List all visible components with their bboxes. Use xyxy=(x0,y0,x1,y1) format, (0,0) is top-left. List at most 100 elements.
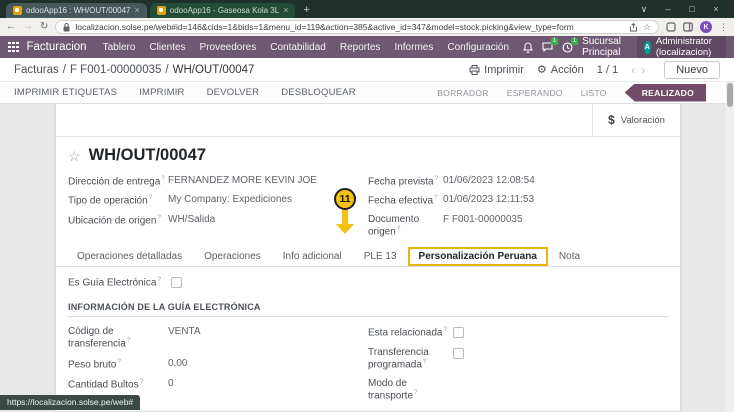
pager-counter: 1 / 1 xyxy=(597,64,618,76)
extensions-icon[interactable] xyxy=(666,22,676,32)
breadcrumb-facturas[interactable]: Facturas xyxy=(14,64,59,76)
browser-tab-2[interactable]: odooApp16 - Gaseosa Kola 3L × xyxy=(150,3,296,18)
menu-tablero[interactable]: Tablero xyxy=(103,42,136,53)
bookmark-star-icon[interactable]: ☆ xyxy=(643,23,651,32)
user-menu[interactable]: A Administrator (localizacion) xyxy=(637,36,726,58)
form-sheet: $ Valoración ☆ WH/OUT/00047 Dirección de… xyxy=(55,104,681,412)
print-button[interactable]: Imprimir xyxy=(469,64,524,76)
status-realizado-active[interactable]: REALIZADO xyxy=(625,84,706,102)
browser-tab-title: odooApp16 : WH/OUT/00047 xyxy=(26,6,131,15)
field-esta-relacionada: Esta relacionada xyxy=(368,326,668,338)
breadcrumb-separator: / xyxy=(165,64,168,76)
field-label: Es Guía Electrónica xyxy=(68,276,161,288)
activities-clock-icon[interactable]: 1 xyxy=(562,42,573,53)
valuation-button[interactable]: $ Valoración xyxy=(592,104,680,136)
menu-reportes[interactable]: Reportes xyxy=(340,42,381,53)
menu-configuracion[interactable]: Configuración xyxy=(447,42,509,53)
vertical-scrollbar[interactable] xyxy=(726,82,734,412)
side-panel-icon[interactable] xyxy=(683,22,693,32)
field-value: 01/06/2023 12:08:54 xyxy=(443,175,535,187)
transferencia-programada-checkbox[interactable] xyxy=(453,348,464,359)
field-label: Documento origen xyxy=(368,214,443,237)
record-title: WH/OUT/00047 xyxy=(89,146,206,165)
share-icon[interactable] xyxy=(629,23,638,32)
field-value: FERNANDEZ MORE KEVIN JOE xyxy=(168,175,317,187)
button-box: $ Valoración xyxy=(56,104,680,137)
field-label: Esta relacionada xyxy=(368,326,453,338)
window-maximize-button[interactable]: □ xyxy=(680,0,704,18)
notifications-bell-icon[interactable] xyxy=(523,42,533,53)
address-bar[interactable]: localizacion.solse.pe/web#id=146&cids=1&… xyxy=(55,20,659,34)
odoo-favicon-icon xyxy=(157,6,166,15)
print-button-2[interactable]: IMPRIMIR xyxy=(139,87,184,98)
company-switcher[interactable]: Sucursal Principal xyxy=(582,36,628,58)
action-menu-button[interactable]: ⚙ Acción xyxy=(537,63,584,76)
status-borrador[interactable]: BORRADOR xyxy=(437,88,489,98)
unlock-button[interactable]: DESBLOQUEAR xyxy=(281,87,356,98)
tab-search-icon[interactable]: ∨ xyxy=(632,0,656,18)
tab-info-adicional[interactable]: Info adicional xyxy=(272,247,353,266)
pager-next-icon[interactable]: › xyxy=(641,63,651,77)
tab-content-personalizacion: Es Guía Electrónica INFORMACIÓN DE LA GU… xyxy=(56,267,680,412)
new-record-button[interactable]: Nuevo xyxy=(664,61,720,79)
field-peso-bruto: Peso bruto 0.00 xyxy=(68,358,368,370)
action-bar: IMPRIMIR ETIQUETAS IMPRIMIR DEVOLVER DES… xyxy=(0,82,734,104)
browser-tab-active[interactable]: odooApp16 : WH/OUT/00047 × xyxy=(6,3,147,18)
tab-close-icon[interactable]: × xyxy=(283,6,288,15)
return-button[interactable]: DEVOLVER xyxy=(207,87,260,98)
status-listo[interactable]: LISTO xyxy=(581,88,607,98)
notebook-tabs: Operaciones detalladas Operaciones Info … xyxy=(56,246,680,267)
user-avatar: A xyxy=(644,41,651,54)
field-value: 0 xyxy=(168,378,174,389)
field-es-guia-electronica: Es Guía Electrónica xyxy=(68,276,668,288)
tab-operaciones[interactable]: Operaciones xyxy=(193,247,272,266)
odoo-favicon-icon xyxy=(13,6,22,15)
browser-menu-icon[interactable]: ⋮ xyxy=(719,23,728,32)
es-guia-electronica-checkbox[interactable] xyxy=(171,277,182,288)
reload-button[interactable]: ↻ xyxy=(40,22,48,32)
breadcrumb-invoice[interactable]: F F001-00000035 xyxy=(70,64,161,76)
tab-close-icon[interactable]: × xyxy=(135,6,140,15)
esta-relacionada-checkbox[interactable] xyxy=(453,327,464,338)
field-tipo-operacion: Tipo de operación My Company: Expedicion… xyxy=(68,194,368,206)
favorite-star-icon[interactable]: ☆ xyxy=(68,149,81,163)
field-label: Dirección de entrega xyxy=(68,175,168,187)
tab-operaciones-detalladas[interactable]: Operaciones detalladas xyxy=(66,247,193,266)
new-tab-button[interactable]: + xyxy=(303,4,309,16)
field-label: Transferencia programada xyxy=(368,347,453,370)
pager-previous-icon[interactable]: ‹ xyxy=(631,63,641,77)
menu-proveedores[interactable]: Proveedores xyxy=(200,42,257,53)
menu-contabilidad[interactable]: Contabilidad xyxy=(270,42,326,53)
forward-button[interactable]: → xyxy=(23,22,33,32)
tab-ple-13[interactable]: PLE 13 xyxy=(353,247,408,266)
breadcrumb-separator: / xyxy=(63,64,66,76)
field-label: Cantidad Bultos xyxy=(68,378,168,390)
apps-grid-icon[interactable] xyxy=(8,42,19,53)
field-fecha-prevista: Fecha prevista 01/06/2023 12:08:54 xyxy=(368,175,668,187)
app-name[interactable]: Facturacion xyxy=(27,41,87,53)
control-panel: Facturas / F F001-00000035 / WH/OUT/0004… xyxy=(0,58,734,82)
browser-profile-avatar[interactable]: K xyxy=(700,21,712,33)
field-codigo-transferencia: Código de transferencia VENTA xyxy=(68,326,368,349)
window-close-button[interactable]: × xyxy=(704,0,728,18)
breadcrumb-current: WH/OUT/00047 xyxy=(173,64,255,76)
tab-personalizacion-peruana[interactable]: Personalización Peruana xyxy=(408,247,548,266)
window-minimize-button[interactable]: – xyxy=(656,0,680,18)
print-labels-button[interactable]: IMPRIMIR ETIQUETAS xyxy=(14,87,117,98)
menu-informes[interactable]: Informes xyxy=(394,42,433,53)
status-esperando[interactable]: ESPERANDO xyxy=(507,88,563,98)
field-value: F F001-00000035 xyxy=(443,214,523,237)
messages-icon[interactable]: 1 xyxy=(542,42,553,52)
activities-badge: 1 xyxy=(571,38,578,45)
menu-clientes[interactable]: Clientes xyxy=(149,42,185,53)
scrollbar-thumb[interactable] xyxy=(727,83,733,107)
field-modo-transporte: Modo de transporte xyxy=(368,378,668,401)
back-button[interactable]: ← xyxy=(6,22,16,32)
breadcrumb: Facturas / F F001-00000035 / WH/OUT/0004… xyxy=(14,64,254,76)
tab-nota[interactable]: Nota xyxy=(548,247,591,266)
field-cantidad-bultos: Cantidad Bultos 0 xyxy=(68,378,368,390)
browser-toolbar: ← → ↻ localizacion.solse.pe/web#id=146&c… xyxy=(0,18,734,36)
field-label: Tipo de operación xyxy=(68,194,168,206)
field-transferencia-programada: Transferencia programada xyxy=(368,347,668,370)
valuation-label: Valoración xyxy=(621,115,665,126)
